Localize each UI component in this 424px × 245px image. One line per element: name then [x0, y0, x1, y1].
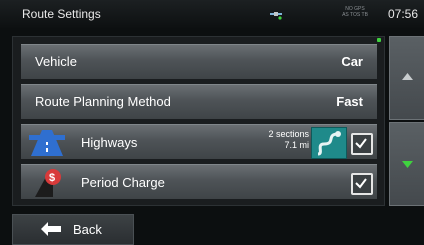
satellite-icon	[270, 12, 282, 20]
gps-status: NO GPS AS TOS TB	[342, 6, 368, 18]
setting-label: Period Charge	[81, 175, 165, 190]
setting-label: Route Planning Method	[35, 94, 171, 109]
page-title: Route Settings	[22, 7, 101, 21]
back-arrow-icon	[41, 222, 61, 236]
back-button[interactable]: Back	[12, 214, 134, 245]
status-bar: Route Settings NO GPS AS TOS TB 07:56	[0, 0, 424, 28]
period-charge-icon: $	[35, 169, 61, 197]
highways-checkbox[interactable]	[351, 133, 373, 155]
setting-row-route-planning-method[interactable]: Route Planning Method Fast	[21, 84, 377, 119]
scroll-up-button[interactable]	[389, 36, 424, 120]
svg-text:$: $	[49, 172, 55, 184]
chevron-down-icon	[402, 161, 413, 168]
period-charge-checkbox[interactable]	[351, 173, 373, 195]
back-label: Back	[73, 222, 102, 237]
route-preview-icon[interactable]	[311, 127, 347, 159]
setting-label: Highways	[81, 135, 138, 150]
sections-info: 2 sections 7.1 mi	[268, 129, 309, 150]
chevron-up-icon	[402, 73, 413, 80]
clock: 07:56	[388, 7, 419, 21]
setting-label: Vehicle	[35, 54, 77, 69]
settings-list: Vehicle Car Route Planning Method Fast H…	[12, 36, 385, 206]
setting-row-vehicle[interactable]: Vehicle Car	[21, 44, 377, 79]
scroll-down-button[interactable]	[389, 122, 424, 206]
setting-value: Fast	[336, 94, 363, 109]
highway-icon	[29, 130, 65, 156]
setting-row-highways[interactable]: Highways 2 sections 7.1 mi	[21, 124, 377, 159]
setting-row-period-charge[interactable]: $ Period Charge	[21, 164, 377, 199]
list-indicator	[377, 38, 381, 42]
setting-value: Car	[341, 54, 363, 69]
